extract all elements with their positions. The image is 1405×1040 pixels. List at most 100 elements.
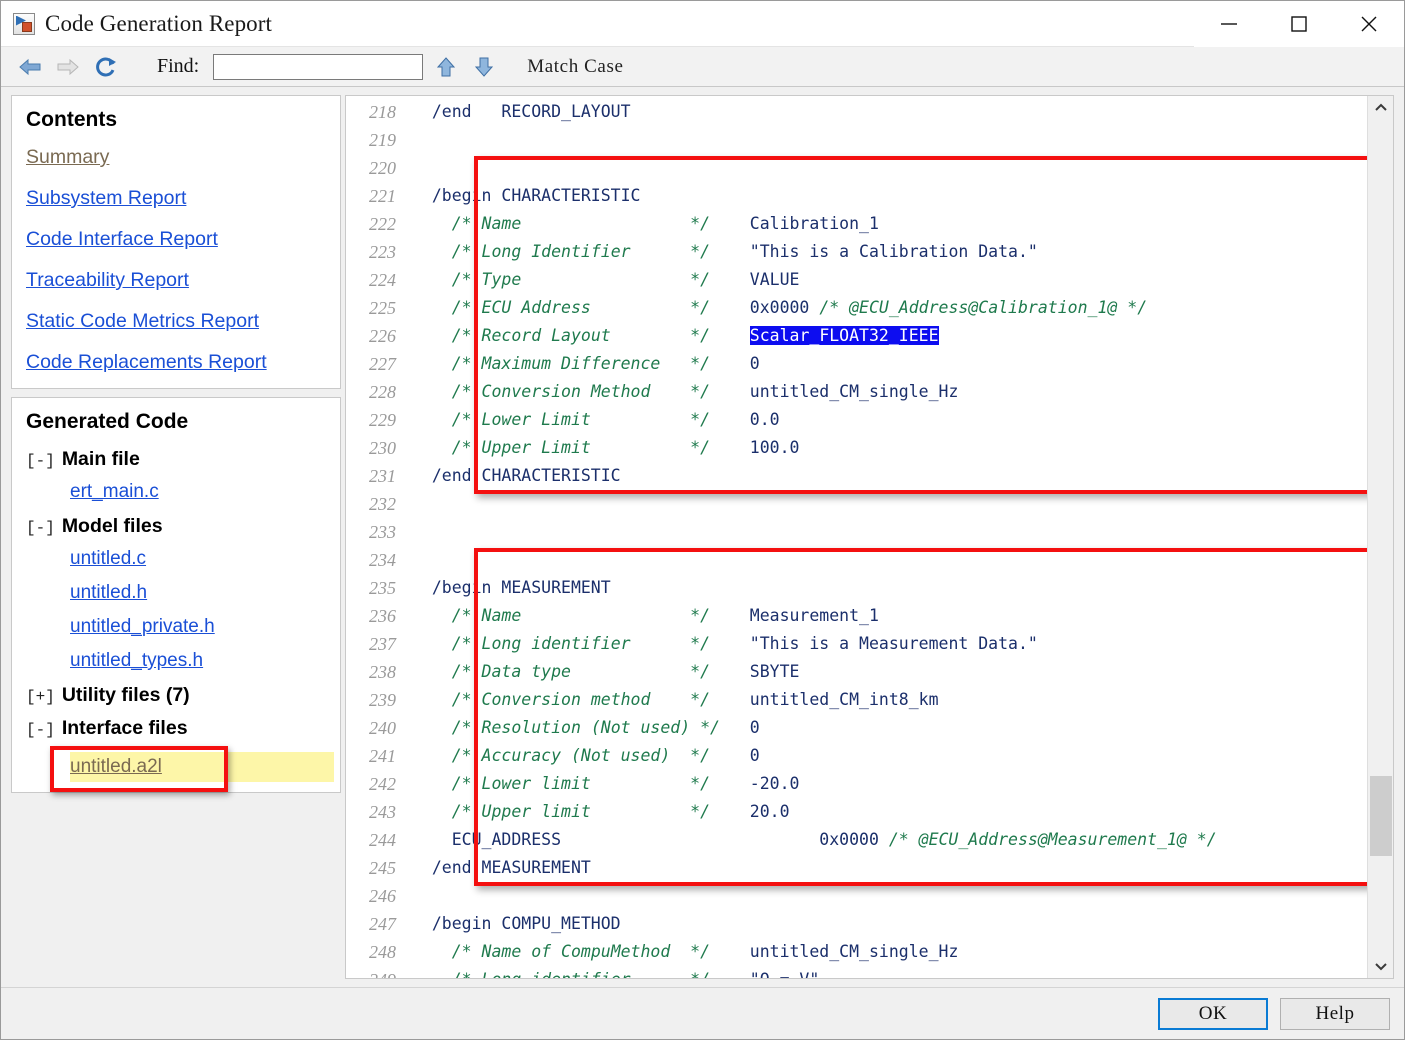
toc-link-traceability-report[interactable]: Traceability Report (26, 269, 189, 292)
code-comment: /* Name */ (451, 214, 711, 233)
forward-arrow-icon (51, 52, 85, 82)
code-line: /* Conversion method */ untitled_CM_int8… (412, 686, 1367, 714)
navigation-toolbar: Find: Match Case (1, 47, 1404, 87)
tree-file-untitled-h[interactable]: untitled.h (70, 582, 147, 604)
find-next-down-arrow-icon[interactable] (469, 52, 499, 82)
code-token: 0 (710, 354, 760, 373)
code-line: /* Record Layout */ Scalar_FLOAT32_IEEE (412, 322, 1367, 350)
tree-file-untitled-c[interactable]: untitled.c (70, 548, 146, 570)
code-generation-report-window: Code Generation Report Find: Match Case … (0, 0, 1405, 1040)
code-line: /* Name */ Calibration_1 (412, 210, 1367, 238)
code-text-area[interactable]: /end RECORD_LAYOUT /begin CHARACTERISTIC… (404, 96, 1367, 978)
collapse-toggle-model-files[interactable]: [-] (26, 519, 55, 537)
search-input[interactable] (213, 53, 424, 80)
code-line: /* Long identifier */ "This is a Measure… (412, 630, 1367, 658)
code-viewer: 218 219 220 221 222 223 224 225 226 227 228 229 230 2… (345, 95, 1394, 979)
scroll-down-icon[interactable] (1368, 954, 1393, 978)
scrollbar-thumb[interactable] (1370, 776, 1392, 856)
code-line: /* ECU Address */ 0x0000 /* @ECU_Address… (412, 294, 1367, 322)
code-line: /* Maximum Difference */ 0 (412, 350, 1367, 378)
toc-link-code-replacements-report[interactable]: Code Replacements Report (26, 351, 267, 374)
code-line: /begin CHARACTERISTIC (412, 182, 1367, 210)
line-number: 231 (369, 466, 396, 486)
code-line: /* Upper Limit */ 100.0 (412, 434, 1367, 462)
tree-group-label-interface-files: Interface files (61, 717, 188, 739)
code-line: /* Name */ Measurement_1 (412, 602, 1367, 630)
code-token: /begin CHARACTERISTIC (412, 186, 641, 205)
refresh-icon[interactable] (89, 52, 123, 82)
code-line: /begin MEASUREMENT (412, 574, 1367, 602)
code-token: /begin COMPU_METHOD (412, 914, 621, 933)
code-comment: /* @ECU_Address@Calibration_1@ */ (819, 298, 1148, 317)
line-number: 243 (369, 802, 396, 822)
line-number: 230 (369, 438, 396, 458)
code-line: /* Data type */ SBYTE (412, 658, 1367, 686)
line-number: 229 (369, 410, 396, 430)
minimize-icon[interactable] (1194, 0, 1264, 47)
collapse-toggle-main-file[interactable]: [-] (26, 452, 55, 470)
code-token: "This is a Measurement Data." (710, 634, 1038, 653)
line-number: 225 (369, 298, 396, 318)
toc-link-static-code-metrics-report[interactable]: Static Code Metrics Report (26, 310, 259, 333)
toc-link-summary[interactable]: Summary (26, 146, 109, 169)
code-line: /* Name of CompuMethod */ untitled_CM_si… (412, 938, 1367, 966)
toc-link-subsystem-report[interactable]: Subsystem Report (26, 187, 186, 210)
highlighted-file-row: untitled.a2l (26, 746, 334, 792)
toc-link-code-interface-report[interactable]: Code Interface Report (26, 228, 218, 251)
code-line: /* Lower limit */ -20.0 (412, 770, 1367, 798)
code-comment: /* Conversion method */ (451, 690, 711, 709)
window-body: Contents Summary Subsystem Report Code I… (1, 87, 1404, 987)
close-icon[interactable] (1334, 0, 1404, 47)
code-line: /* Long identifier */ "Q = V" (412, 966, 1367, 978)
tree-group-utility-files[interactable]: [+] Utility files (7) (26, 684, 326, 707)
tree-group-label-model-files: Model files (61, 515, 163, 537)
maximize-icon[interactable] (1264, 0, 1334, 47)
code-token: SBYTE (710, 662, 800, 681)
title-bar: Code Generation Report (1, 0, 1404, 47)
tree-group-interface-files[interactable]: [-] Interface files (26, 717, 326, 740)
tree-file-untitled-a2l[interactable]: untitled.a2l (70, 756, 162, 778)
code-token: -20.0 (710, 774, 800, 793)
find-previous-up-arrow-icon[interactable] (431, 52, 461, 82)
tree-file-ert-main-c[interactable]: ert_main.c (70, 481, 159, 503)
contents-title: Contents (26, 108, 117, 131)
tree-group-main-file[interactable]: [-] Main file (26, 448, 326, 471)
code-token: 0.0 (710, 410, 780, 429)
code-line: /* Upper limit */ 20.0 (412, 798, 1367, 826)
line-number: 222 (369, 214, 396, 234)
generated-code-title: Generated Code (26, 410, 189, 433)
expand-toggle-utility-files[interactable]: [+] (26, 688, 55, 706)
back-arrow-icon[interactable] (13, 52, 47, 82)
code-comment: /* Long identifier */ (451, 634, 711, 653)
tree-group-model-files[interactable]: [-] Model files (26, 515, 326, 538)
line-number: 241 (369, 746, 396, 766)
tree-file-untitled-types-h[interactable]: untitled_types.h (70, 650, 203, 672)
code-token: /end CHARACTERISTIC (412, 466, 621, 485)
scroll-up-icon[interactable] (1368, 96, 1393, 120)
code-comment: /* Resolution (Not used) */ (451, 718, 720, 737)
collapse-toggle-interface-files[interactable]: [-] (26, 721, 55, 739)
match-case-label[interactable]: Match Case (527, 56, 623, 78)
code-line: /* Accuracy (Not used) */ 0 (412, 742, 1367, 770)
ok-button[interactable]: OK (1158, 997, 1268, 1030)
tree-file-untitled-private-h[interactable]: untitled_private.h (70, 616, 215, 638)
code-comment: /* Long Identifier */ (451, 242, 711, 261)
vertical-scrollbar[interactable] (1367, 96, 1393, 978)
line-number: 224 (369, 270, 396, 290)
help-button[interactable]: Help (1280, 997, 1390, 1030)
